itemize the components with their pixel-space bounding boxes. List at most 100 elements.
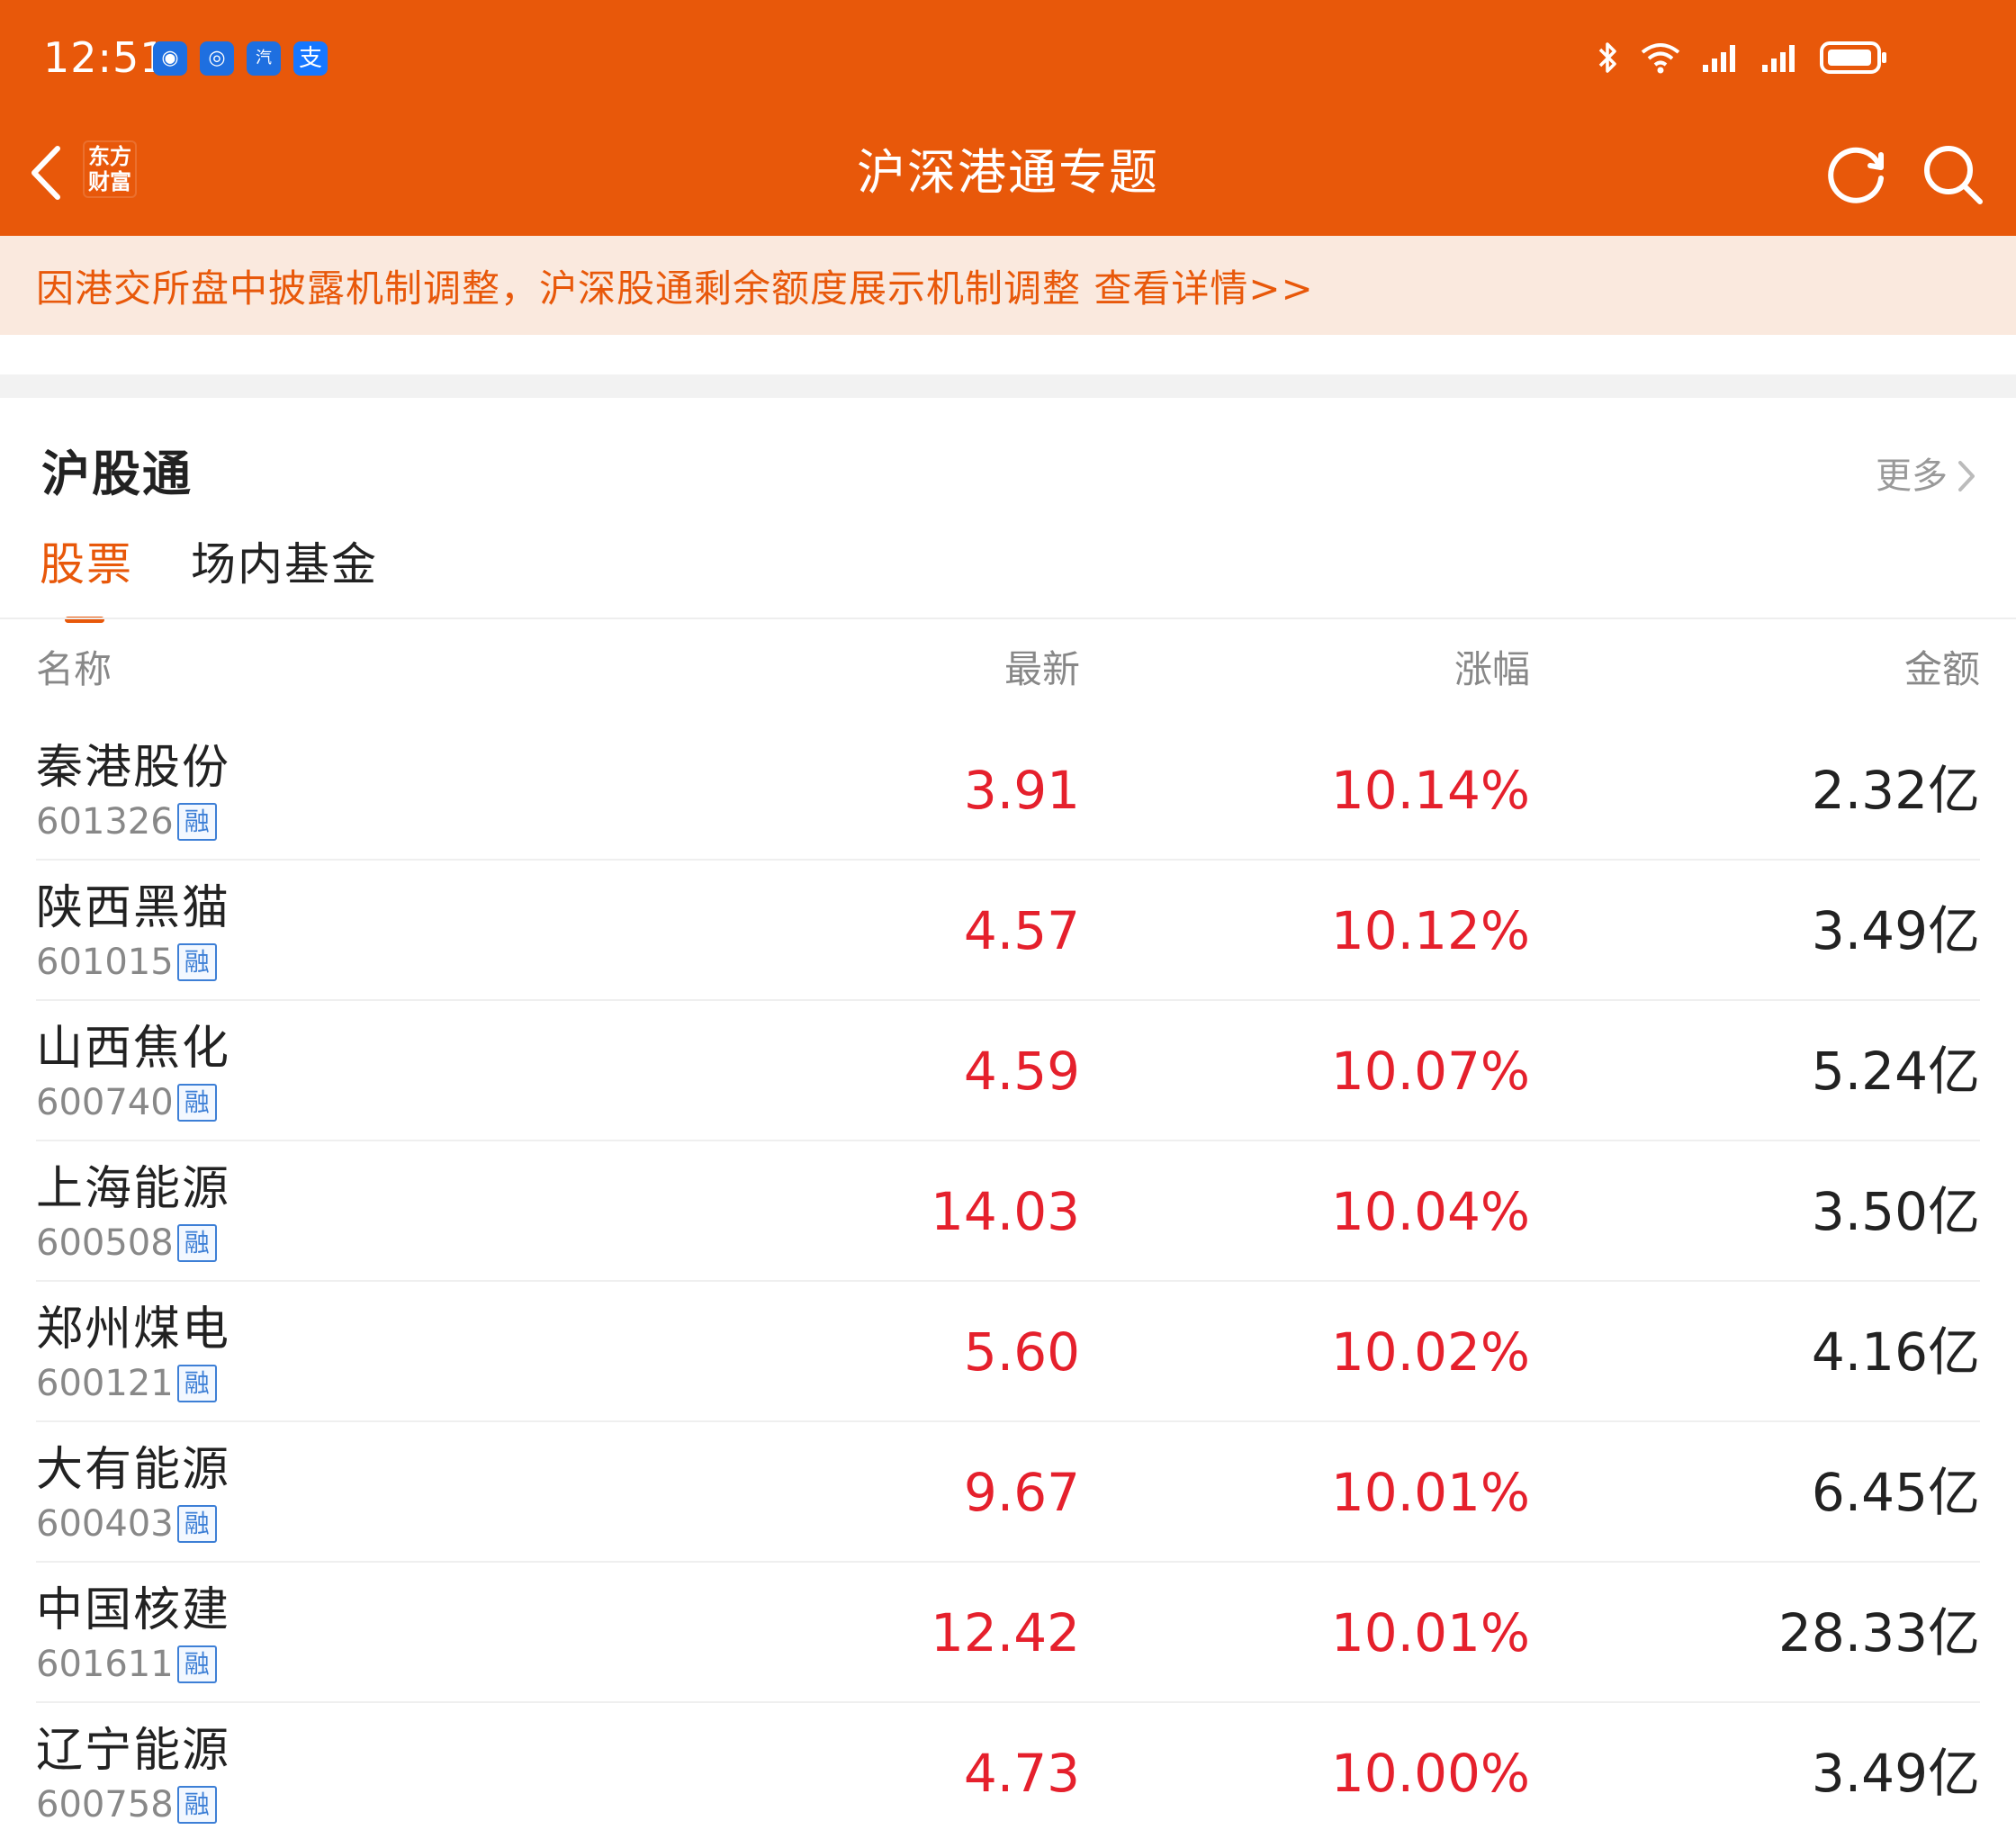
stock-code-group: 600740 融 <box>36 1080 217 1125</box>
table-row[interactable]: 山西焦化 600740 融 4.59 10.07% 5.24亿 <box>0 1001 2016 1141</box>
margin-badge: 融 <box>176 943 217 981</box>
battery-icon <box>1820 40 1888 76</box>
margin-badge: 融 <box>176 1365 217 1402</box>
stock-code-group: 601326 融 <box>36 799 217 844</box>
turnover-amount: 6.45亿 <box>1811 1462 1980 1523</box>
section-gap <box>0 374 2016 398</box>
turnover-amount: 5.24亿 <box>1811 1041 1980 1102</box>
stock-code-group: 600508 融 <box>36 1221 217 1266</box>
stock-code: 600121 <box>36 1363 174 1404</box>
status-bar: 12:51 ◉ ◎ 汽 支 <box>0 0 2016 117</box>
app-header: 12:51 ◉ ◎ 汽 支 东方 财富 沪深港通专题 <box>0 0 2016 236</box>
stock-code-group: 600403 融 <box>36 1501 217 1546</box>
margin-badge: 融 <box>176 803 217 841</box>
more-label: 更多 <box>1876 455 1948 497</box>
latest-price: 5.60 <box>963 1321 1080 1383</box>
table-row[interactable]: 大有能源 600403 融 9.67 10.01% 6.45亿 <box>0 1422 2016 1563</box>
stock-code: 600403 <box>36 1503 174 1545</box>
stock-code: 601611 <box>36 1644 174 1685</box>
search-button[interactable] <box>1917 139 1989 211</box>
change-percent: 10.01% <box>1330 1462 1530 1523</box>
tab-exchange-funds-label: 场内基金 <box>191 538 378 590</box>
table-row[interactable]: 陕西黑猫 601015 融 4.57 10.12% 3.49亿 <box>0 861 2016 1001</box>
change-percent: 10.14% <box>1330 760 1530 821</box>
latest-price: 14.03 <box>930 1181 1080 1242</box>
notice-text[interactable]: 因港交所盘中披露机制调整，沪深股通剩余额度展示机制调整 查看详情>> <box>36 258 1314 313</box>
system-indicators <box>1597 40 1888 76</box>
tab-stocks-label: 股票 <box>40 538 133 590</box>
tab-stocks[interactable]: 股票 <box>40 533 133 623</box>
car-home-icon: 汽 <box>247 41 281 76</box>
section-title: 沪股通 <box>41 446 193 502</box>
column-header-price[interactable]: 最新 <box>1004 641 1080 699</box>
search-icon <box>1924 146 1983 204</box>
turnover-amount: 3.50亿 <box>1811 1181 1980 1242</box>
more-link[interactable]: 更多 <box>1876 450 1976 502</box>
margin-badge: 融 <box>176 1084 217 1122</box>
table-header: 名称 最新 涨幅 金额 <box>0 641 2016 699</box>
table-row[interactable]: 中国核建 601611 融 12.42 10.01% 28.33亿 <box>0 1563 2016 1703</box>
change-percent: 10.07% <box>1330 1041 1530 1102</box>
stock-code-group: 601015 融 <box>36 940 217 985</box>
refresh-icon <box>1828 147 1884 203</box>
table-row[interactable]: 秦港股份 601326 融 3.91 10.14% 2.32亿 <box>0 720 2016 861</box>
column-header-name[interactable]: 名称 <box>36 641 112 699</box>
table-row[interactable]: 上海能源 600508 融 14.03 10.04% 3.50亿 <box>0 1141 2016 1282</box>
stock-code-group: 600758 融 <box>36 1782 217 1827</box>
wifi-icon <box>1640 41 1681 74</box>
page-title: 沪深港通专题 <box>857 144 1159 201</box>
turnover-amount: 3.49亿 <box>1811 1743 1980 1804</box>
latest-price: 4.73 <box>963 1743 1080 1804</box>
stock-name: 郑州煤电 <box>36 1303 231 1357</box>
stock-code: 601015 <box>36 942 174 983</box>
stock-name: 大有能源 <box>36 1443 231 1497</box>
table-row[interactable]: 辽宁能源 600758 融 4.73 10.00% 3.49亿 <box>0 1703 2016 1839</box>
status-time: 12:51 <box>43 33 167 82</box>
latest-price: 12.42 <box>930 1602 1080 1663</box>
turnover-amount: 2.32亿 <box>1811 760 1980 821</box>
stock-code: 600508 <box>36 1222 174 1264</box>
turnover-amount: 28.33亿 <box>1778 1602 1980 1663</box>
notification-icons: ◉ ◎ 汽 支 <box>153 41 328 76</box>
bluetooth-icon <box>1597 40 1620 76</box>
stock-code-group: 600121 融 <box>36 1361 217 1406</box>
change-percent: 10.01% <box>1330 1602 1530 1663</box>
message-icon: ◉ <box>153 41 187 76</box>
column-header-change[interactable]: 涨幅 <box>1454 641 1530 699</box>
stock-code: 600740 <box>36 1082 174 1123</box>
margin-badge: 融 <box>176 1224 217 1262</box>
turnover-amount: 3.49亿 <box>1811 900 1980 961</box>
margin-badge: 融 <box>176 1786 217 1824</box>
stock-list: 秦港股份 601326 融 3.91 10.14% 2.32亿 陕西黑猫 601… <box>0 720 2016 1839</box>
refresh-button[interactable] <box>1822 139 1894 211</box>
stock-name: 中国核建 <box>36 1583 231 1637</box>
column-header-amount[interactable]: 金额 <box>1904 641 1980 699</box>
alipay-icon: 支 <box>293 41 328 76</box>
stock-code: 600758 <box>36 1784 174 1825</box>
change-percent: 10.02% <box>1330 1321 1530 1383</box>
app-icon: ◎ <box>200 41 234 76</box>
turnover-amount: 4.16亿 <box>1811 1321 1980 1383</box>
stock-name: 辽宁能源 <box>36 1724 231 1778</box>
latest-price: 4.59 <box>963 1041 1080 1102</box>
tab-bar: 股票 场内基金 <box>40 533 378 623</box>
stock-name: 陕西黑猫 <box>36 881 231 935</box>
stock-code: 601326 <box>36 801 174 843</box>
chevron-right-icon <box>1958 461 1975 491</box>
stock-name: 上海能源 <box>36 1162 231 1216</box>
signal-icon <box>1701 41 1741 74</box>
tab-exchange-funds[interactable]: 场内基金 <box>191 533 378 619</box>
tabs-divider <box>0 618 2016 619</box>
latest-price: 9.67 <box>963 1462 1080 1523</box>
margin-badge: 融 <box>176 1505 217 1543</box>
change-percent: 10.04% <box>1330 1181 1530 1242</box>
change-percent: 10.12% <box>1330 900 1530 961</box>
stock-name: 秦港股份 <box>36 741 231 795</box>
signal-icon-2 <box>1760 41 1800 74</box>
stock-name: 山西焦化 <box>36 1022 231 1076</box>
latest-price: 4.57 <box>963 900 1080 961</box>
change-percent: 10.00% <box>1330 1743 1530 1804</box>
notice-banner[interactable]: 因港交所盘中披露机制调整，沪深股通剩余额度展示机制调整 查看详情>> <box>0 236 2016 335</box>
margin-badge: 融 <box>176 1645 217 1683</box>
table-row[interactable]: 郑州煤电 600121 融 5.60 10.02% 4.16亿 <box>0 1282 2016 1422</box>
